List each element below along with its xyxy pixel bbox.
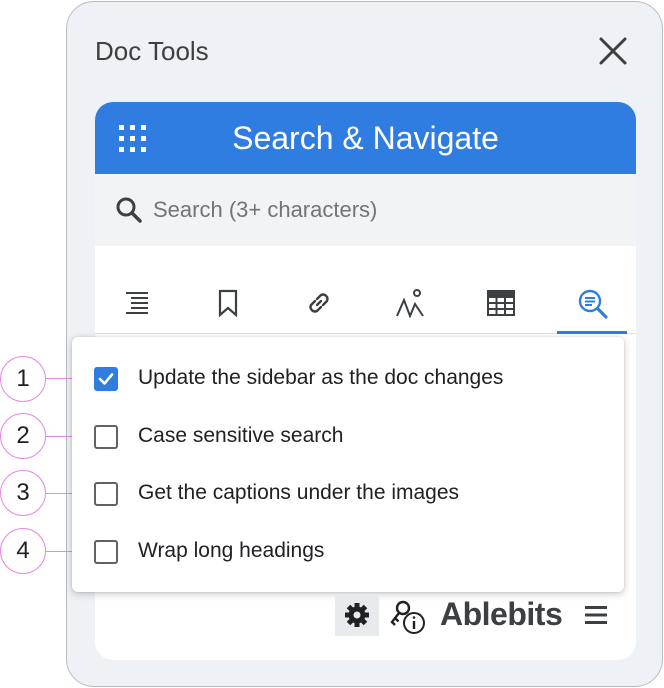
- option-label: Get the captions under the images: [138, 481, 460, 504]
- panel-title: Doc Tools: [95, 36, 209, 66]
- tab-tables[interactable]: [471, 278, 531, 334]
- option-case-sensitive[interactable]: Case sensitive search: [94, 422, 614, 452]
- callout-2: 2: [0, 413, 46, 459]
- search-bar: [95, 174, 636, 246]
- card-header: Search & Navigate: [95, 102, 636, 174]
- hamburger-menu-icon[interactable]: [584, 604, 608, 626]
- option-label: Update the sidebar as the doc changes: [138, 366, 504, 389]
- search-icon: [115, 196, 143, 224]
- settings-dropdown: Update the sidebar as the doc changes Ca…: [72, 337, 624, 592]
- tab-images[interactable]: [380, 278, 440, 334]
- tab-headings[interactable]: [107, 278, 167, 334]
- gear-icon: [345, 603, 369, 627]
- bookmark-icon: [218, 289, 238, 318]
- tab-bar: [95, 278, 636, 334]
- option-wrap-headings[interactable]: Wrap long headings: [94, 537, 614, 567]
- link-icon: [309, 293, 329, 313]
- header-title: Search & Navigate: [232, 120, 499, 156]
- checkbox-case-sensitive[interactable]: [94, 425, 118, 449]
- checkbox-update-sidebar[interactable]: [94, 367, 118, 391]
- tab-links[interactable]: [289, 278, 349, 334]
- search-results-icon: [578, 289, 608, 319]
- callout-4: 4: [0, 528, 46, 574]
- checkbox-image-captions[interactable]: [94, 482, 118, 506]
- tab-bookmarks[interactable]: [198, 278, 258, 334]
- search-input[interactable]: [153, 192, 613, 228]
- image-icon: [396, 289, 424, 318]
- option-label: Case sensitive search: [138, 424, 344, 447]
- close-icon[interactable]: [598, 36, 628, 66]
- card-footer: Ablebits: [0, 592, 664, 638]
- callout-3: 3: [0, 470, 46, 516]
- ablebits-logo: Ablebits: [440, 596, 563, 632]
- headings-list-icon: [126, 292, 148, 314]
- option-image-captions[interactable]: Get the captions under the images: [94, 479, 614, 509]
- callout-1: 1: [0, 356, 46, 402]
- table-icon: [487, 290, 515, 316]
- settings-button[interactable]: [335, 594, 379, 636]
- license-info-icon[interactable]: [388, 596, 428, 636]
- checkbox-wrap-headings[interactable]: [94, 540, 118, 564]
- tab-search-results[interactable]: [557, 278, 627, 334]
- option-label: Wrap long headings: [138, 539, 325, 562]
- option-update-sidebar[interactable]: Update the sidebar as the doc changes: [94, 364, 614, 394]
